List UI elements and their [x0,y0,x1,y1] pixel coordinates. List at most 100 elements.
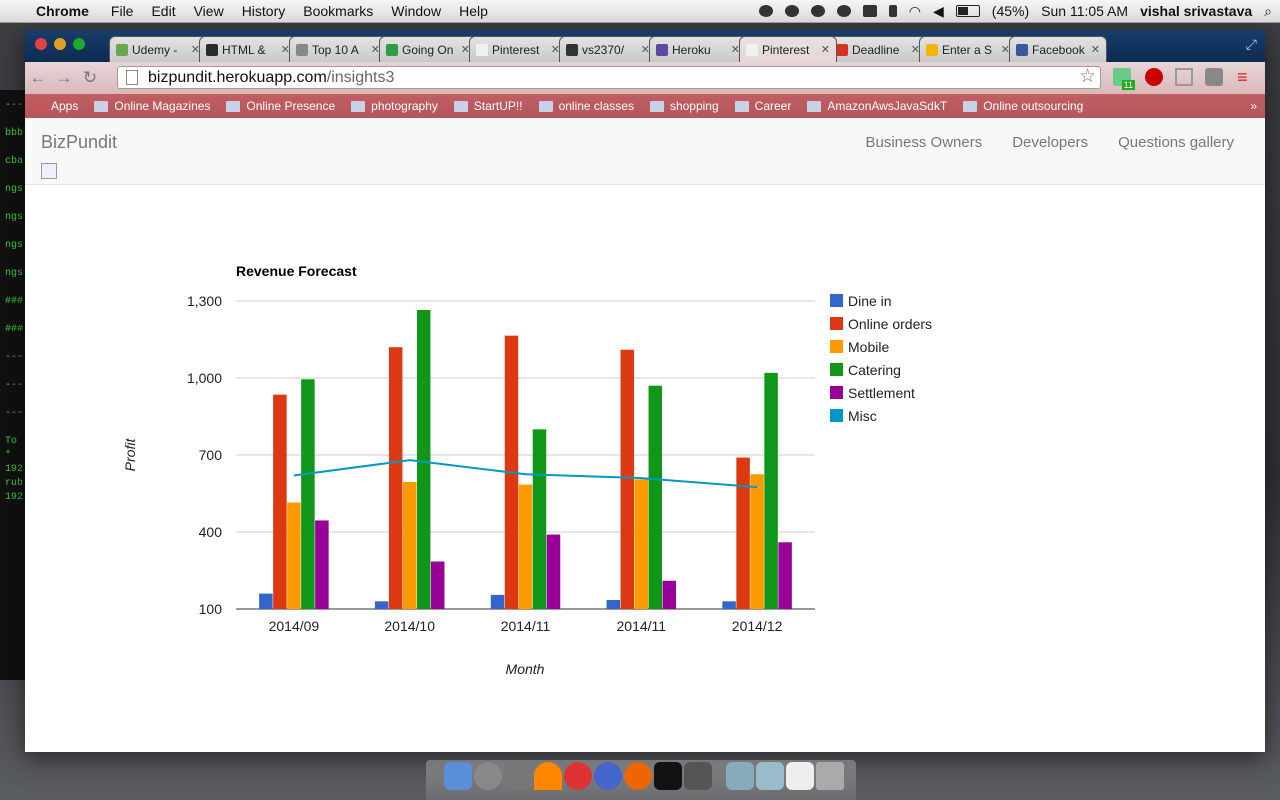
browser-toolbar: ← → ↻ bizpundit.herokuapp.com /insights3… [25,62,1265,94]
menu-bookmarks[interactable]: Bookmarks [303,3,373,19]
address-bar[interactable]: bizpundit.herokuapp.com /insights3 ☆ [117,66,1101,89]
bookmark-folder[interactable]: Online Presence [226,99,335,113]
menu-window[interactable]: Window [391,3,441,19]
finder-icon[interactable] [444,762,472,790]
tab-title: Deadline [852,42,900,57]
browser-tab[interactable]: Heroku ✕ [649,36,747,62]
back-button[interactable]: ← [25,68,51,88]
display-icon[interactable] [862,5,877,17]
eclipse-icon[interactable] [594,762,622,790]
bluetooth-icon[interactable] [888,5,897,17]
nav-business-owners[interactable]: Business Owners [866,134,983,151]
tabs: Udemy - ✕ HTML & ✕ Top 10 A ✕ Going On ✕ Pintere… [109,36,1107,62]
user-menu[interactable]: vishal srivastava [1140,3,1252,19]
spotlight-search-icon[interactable]: ⌕ [1264,3,1272,20]
fullscreen-icon[interactable]: ⤢ [1246,36,1257,53]
menu-edit[interactable]: Edit [151,3,175,19]
vlc-icon[interactable] [534,762,562,790]
browser-tab[interactable]: Going On ✕ [379,36,477,62]
close-window-button[interactable] [35,38,47,50]
wrench-icon[interactable] [1205,68,1223,86]
tab-close-icon[interactable]: ✕ [1091,43,1100,56]
adblock-icon[interactable] [1145,68,1163,86]
volume-icon[interactable]: ◀ [933,3,944,20]
bookmark-star-icon[interactable]: ☆ [1079,65,1096,88]
nav-questions-gallery[interactable]: Questions gallery [1118,134,1234,151]
menu-file[interactable]: File [111,3,134,19]
browser-tab[interactable]: Facebook ✕ [1009,36,1107,62]
chrome-menu-icon[interactable]: ≡ [1237,68,1255,86]
tab-title: Going On [402,42,454,57]
site-brand[interactable]: BizPundit [41,132,117,153]
bookmark-folder[interactable]: Career [734,99,792,113]
bar-online-orders [388,347,403,609]
legend-label: Settlement [848,385,915,401]
tab-close-icon[interactable]: ✕ [821,43,830,56]
reload-button[interactable]: ↻ [77,68,103,88]
browser-tab[interactable]: Pinterest ✕ [739,36,837,62]
browser-tab[interactable]: Udemy - ✕ [109,36,207,62]
google-drive-icon[interactable] [758,5,773,17]
launchpad-icon[interactable] [474,762,502,790]
url-host: bizpundit.herokuapp.com [148,68,327,86]
bookmark-label: StartUP!! [473,99,523,113]
sync-icon[interactable] [836,5,851,17]
bookmark-folder[interactable]: Online outsourcing [963,99,1083,113]
bookmark-folder[interactable]: shopping [649,99,719,113]
app-menu[interactable]: Chrome [36,3,89,19]
bookmark-folder[interactable]: StartUP!! [453,99,523,113]
sublime-text-icon[interactable] [684,762,712,790]
browser-window: Udemy - ✕ HTML & ✕ Top 10 A ✕ Going On ✕ Pintere… [25,30,1265,752]
browser-tab[interactable]: vs2370/✕ [559,36,657,62]
revenue-forecast-chart: Revenue Forecast 1,300 1,000 700 400 100 2014/… [122,263,932,677]
tab-title: HTML & [222,42,266,57]
trash-icon[interactable] [816,762,844,790]
clock[interactable]: Sun 11:05 AM [1041,3,1128,19]
page-icon [126,70,138,85]
terminal-line: To [5,436,18,447]
x-tick-label: 2014/09 [269,618,320,634]
bookmark-folder[interactable]: AmazonAwsJavaSdkT [807,99,947,113]
folder-icon [226,100,241,112]
legend-label: Misc [848,408,877,424]
menu-view[interactable]: View [194,3,224,19]
battery-icon[interactable] [955,5,980,17]
bookmark-apps[interactable]: Apps [33,99,78,113]
bookmark-folder[interactable]: Online Magazines [94,99,210,113]
browser-tab[interactable]: Pinterest ✕ [469,36,567,62]
chrome-icon[interactable] [564,762,592,790]
text-file-icon[interactable] [786,762,814,790]
minimize-window-button[interactable] [54,38,66,50]
applications-folder-icon[interactable] [726,762,754,790]
legend-swatch [830,294,843,307]
forward-button[interactable]: → [51,68,77,88]
zoom-window-button[interactable] [73,38,85,50]
browser-tab[interactable]: Enter a S ✕ [919,36,1017,62]
bookmark-label: Career [754,99,792,113]
bookmarks-overflow-icon[interactable]: » [1250,99,1257,113]
bookmark-folder[interactable]: photography [351,99,438,113]
terminal-icon[interactable] [654,762,682,790]
menu-history[interactable]: History [242,3,286,19]
browser-tab[interactable]: HTML & ✕ [199,36,297,62]
documents-folder-icon[interactable] [756,762,784,790]
extension-icon[interactable]: 11 [1113,68,1135,90]
bookmark-folder[interactable]: online classes [538,99,634,113]
terminal-line: 192 [5,492,24,503]
tab-favicon-icon [656,43,668,56]
tab-title: Enter a S [942,42,993,57]
menu-help[interactable]: Help [459,3,488,19]
firefox-icon[interactable] [624,762,652,790]
tab-title: vs2370/ [582,42,625,57]
time-machine-icon[interactable] [810,5,825,17]
system-preferences-icon[interactable] [504,762,532,790]
browser-tab[interactable]: Top 10 A ✕ [289,36,387,62]
bar-catering [764,372,778,609]
browser-tab[interactable]: Deadline ✕ [829,36,927,62]
nav-developers[interactable]: Developers [1012,134,1088,151]
notification-icon[interactable] [784,5,799,17]
bar-online-orders [273,394,287,609]
terminal-line: ### [5,296,24,307]
cast-icon[interactable] [1175,68,1193,86]
wifi-icon[interactable]: ◠ [909,3,921,20]
